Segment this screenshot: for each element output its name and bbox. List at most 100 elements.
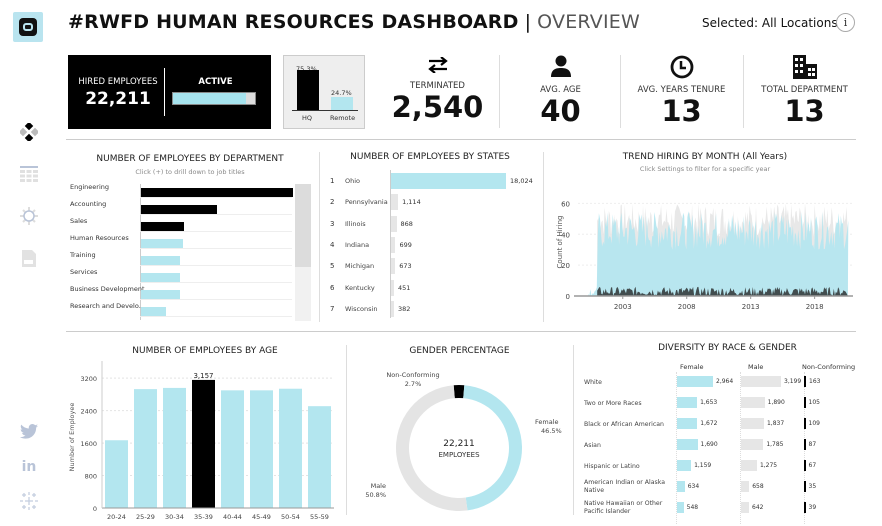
diversity-male-value: 1,837 xyxy=(766,420,785,427)
building-icon xyxy=(792,55,817,79)
state-value-label: 18,024 xyxy=(510,177,533,185)
sidebar-item-settings[interactable] xyxy=(18,205,40,227)
dept-chart: Engineering Accounting Sales Human Resource… xyxy=(70,180,295,320)
states-chart-title: NUMBER OF EMPLOYEES BY STATES xyxy=(350,152,510,162)
state-value-label: 1,114 xyxy=(402,198,421,207)
avg-age-value: 40 xyxy=(540,94,581,128)
dept-gridline xyxy=(140,316,292,317)
info-button[interactable]: i xyxy=(836,13,855,32)
avg-age-card: AVG. AGE 40 xyxy=(503,55,618,130)
person-icon xyxy=(550,55,571,77)
active-progress-fill xyxy=(173,93,246,104)
dept-bar xyxy=(141,290,180,299)
info-icon: i xyxy=(843,16,848,29)
trend-xtick-label: 2018 xyxy=(806,303,824,311)
trend-xtick-label: 2003 xyxy=(614,303,632,311)
gender-slice-percent: 46.5% xyxy=(541,427,562,435)
diversity-table: Female Male Non-Conforming White 2,964 3,199 1… xyxy=(580,360,880,526)
dept-bar xyxy=(141,205,217,214)
age-ytick-label: 2400 xyxy=(80,408,97,416)
tableau-public-logo-icon xyxy=(19,18,37,36)
diversity-male-value: 658 xyxy=(752,483,764,490)
gender-slice xyxy=(453,385,465,399)
trend-ytick-label: 0 xyxy=(566,293,570,301)
diversity-race-label: Black or African American xyxy=(584,421,664,428)
dept-gridline xyxy=(140,248,292,249)
diversity-race-label: Two or More Races xyxy=(584,400,642,407)
tableau-link[interactable] xyxy=(18,490,40,512)
age-xtick-label: 55-59 xyxy=(310,513,329,521)
state-value-label: 868 xyxy=(400,219,413,228)
dept-gridline xyxy=(140,299,292,300)
state-bar xyxy=(391,194,399,211)
dept-bar xyxy=(141,273,181,282)
panel-divider xyxy=(346,345,347,515)
age-xtick-label: 30-34 xyxy=(165,513,184,521)
hired-value: 22,211 xyxy=(85,89,151,109)
diversity-column-header: Female xyxy=(680,363,704,371)
dept-gridline xyxy=(140,282,292,283)
diversity-female-value: 1,690 xyxy=(700,441,718,448)
diversity-nc-bar xyxy=(804,481,806,492)
dept-category-label: Research and Develo.. xyxy=(70,302,143,310)
total-department-value: 13 xyxy=(784,94,825,128)
active-label: ACTIVE xyxy=(198,77,233,87)
gender-center-label: EMPLOYEES xyxy=(438,451,480,459)
panel-divider xyxy=(543,152,544,322)
diversity-female-value: 548 xyxy=(686,504,699,511)
diversity-race-label: Asian xyxy=(584,442,601,449)
diversity-race-label: Native Hawaiian or Other Pacific Islande… xyxy=(584,500,663,515)
diversity-nc-value: 35 xyxy=(808,483,817,490)
dept-gridline xyxy=(140,197,292,198)
trend-chart-title: TREND HIRING BY MONTH (All Years) xyxy=(622,152,788,162)
diversity-male-bar xyxy=(741,481,750,492)
diversity-male-value: 1,890 xyxy=(767,399,785,406)
state-name: Michigan xyxy=(345,262,375,271)
title-separator: | xyxy=(524,11,532,33)
diversity-nc-bar xyxy=(804,397,806,408)
state-bar xyxy=(391,173,506,189)
diversity-female-value: 2,964 xyxy=(716,378,734,385)
dept-bar xyxy=(141,307,166,316)
dept-category-label: Human Resources xyxy=(70,234,129,242)
age-bar xyxy=(221,390,244,508)
dept-scrollbar-thumb[interactable] xyxy=(295,184,311,267)
tableau-logo[interactable] xyxy=(13,12,43,42)
age-bar xyxy=(134,389,157,508)
table-icon xyxy=(20,166,38,182)
diversity-female-bar xyxy=(677,460,692,471)
state-rank: 7 xyxy=(330,304,335,313)
age-xtick-label: 35-39 xyxy=(194,513,213,521)
diversity-column-header: Non-Conforming xyxy=(802,363,856,371)
diversity-nc-bar xyxy=(804,460,806,471)
pdf-icon xyxy=(22,249,36,267)
transfer-arrows-icon xyxy=(427,56,448,74)
age-xtick-label: 45-49 xyxy=(252,513,271,521)
diversity-female-bar xyxy=(677,376,713,387)
age-xtick-label: 50-54 xyxy=(281,513,300,521)
age-bar xyxy=(163,387,186,508)
linkedin-icon: in xyxy=(21,459,37,475)
twitter-link[interactable] xyxy=(18,420,40,442)
diversity-male-bar xyxy=(741,502,750,513)
hired-employees-card: HIRED EMPLOYEES 22,211 ACTIVE xyxy=(68,55,271,129)
diversity-chart-title: DIVERSITY BY RACE & GENDER xyxy=(658,343,797,353)
diversity-female-bar xyxy=(677,439,698,450)
state-rank: 3 xyxy=(330,219,335,228)
diversity-female-value: 634 xyxy=(687,483,700,490)
remote-bar xyxy=(331,96,353,110)
terminated-card: TERMINATED 2,540 xyxy=(380,55,495,130)
sidebar-item-pdf[interactable] xyxy=(18,247,40,269)
sidebar-item-dashboard[interactable] xyxy=(18,121,40,143)
diversity-male-value: 642 xyxy=(752,504,764,511)
state-value-label: 673 xyxy=(399,262,412,271)
linkedin-link[interactable]: in xyxy=(18,456,40,478)
dashboard-icon xyxy=(20,123,38,141)
dept-scrollbar[interactable] xyxy=(295,184,311,321)
panel-divider xyxy=(573,345,574,515)
sidebar-item-table[interactable] xyxy=(18,163,40,185)
age-data-label: 3,157 xyxy=(193,372,213,380)
total-department-card: TOTAL DEPARTMENT 13 xyxy=(747,55,862,130)
hq-axis xyxy=(292,110,358,111)
dept-category-label: Sales xyxy=(70,217,88,225)
